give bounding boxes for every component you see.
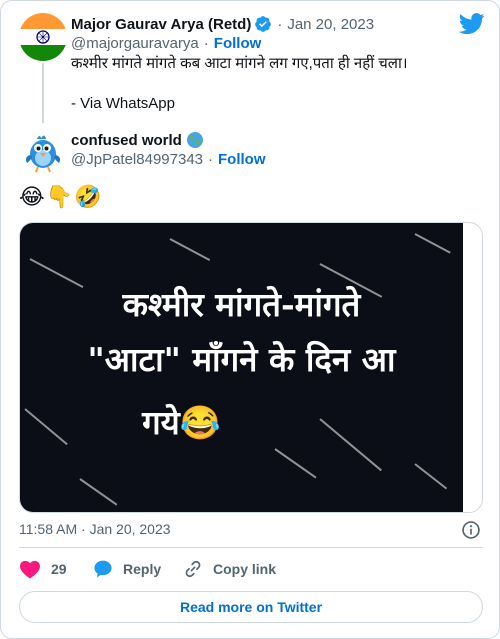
quoted-name-row: confused world bbox=[71, 131, 204, 149]
quoted-author-avatar[interactable] bbox=[19, 127, 67, 175]
light-streak bbox=[169, 238, 211, 262]
link-icon bbox=[185, 560, 201, 578]
india-flag-avatar-icon bbox=[19, 13, 67, 61]
image-text-line-2: "आटा" माँगने के दिन आ bbox=[87, 340, 396, 379]
like-button[interactable]: 29 bbox=[19, 559, 67, 579]
media-image: कश्मीर मांगते-मांगते "आटा" माँगने के दिन… bbox=[20, 223, 463, 512]
quoted-author-handle[interactable]: @JpPatel84997343 bbox=[71, 151, 203, 168]
tweet-footer-date: Jan 20, 2023 bbox=[89, 521, 171, 537]
author-handle[interactable]: @majorgauravarya bbox=[71, 35, 199, 52]
tweet-time: 11:58 AM bbox=[19, 521, 78, 537]
actions-divider bbox=[19, 547, 483, 548]
tweet-text: कश्मीर मांगते मांगते कब आटा मांगने लग गए… bbox=[71, 55, 408, 112]
info-icon[interactable] bbox=[461, 520, 481, 540]
quoted-author-name[interactable]: confused world bbox=[71, 132, 182, 149]
tweet-timestamp[interactable]: 11:58 AM · Jan 20, 2023 bbox=[19, 521, 171, 537]
light-streak bbox=[79, 478, 118, 506]
separator-dot: · bbox=[277, 15, 283, 33]
author-avatar[interactable] bbox=[19, 13, 67, 61]
twitter-bird-icon[interactable] bbox=[459, 13, 485, 35]
light-streak bbox=[414, 233, 451, 254]
reply-label: Reply bbox=[123, 561, 162, 577]
tweet-date[interactable]: Jan 20, 2023 bbox=[287, 16, 374, 33]
like-count: 29 bbox=[51, 561, 67, 577]
heart-icon bbox=[20, 560, 40, 579]
copy-link-label: Copy link bbox=[213, 561, 277, 577]
image-text-line-3: गये😂 bbox=[142, 403, 221, 442]
separator-dot: · bbox=[208, 151, 213, 168]
bird-avatar-icon bbox=[26, 135, 60, 173]
quoted-follow-button[interactable]: Follow bbox=[218, 151, 266, 168]
follow-button[interactable]: Follow bbox=[214, 35, 262, 52]
verified-badge-icon bbox=[255, 16, 272, 32]
separator-dot: · bbox=[203, 35, 209, 52]
light-streak bbox=[414, 463, 448, 490]
light-streak bbox=[274, 448, 317, 479]
reply-button[interactable]: Reply bbox=[93, 559, 161, 579]
tweet-media[interactable]: कश्मीर मांगते-मांगते "आटा" माँगने के दिन… bbox=[19, 222, 483, 513]
author-name[interactable]: Major Gaurav Arya (Retd) bbox=[71, 16, 251, 33]
image-text-line-1: कश्मीर मांगते-मांगते bbox=[122, 285, 361, 324]
author-name-row: Major Gaurav Arya (Retd) · Jan 20, 2023 bbox=[71, 15, 374, 33]
globe-emoji-icon bbox=[186, 132, 203, 148]
read-more-button[interactable]: Read more on Twitter bbox=[19, 591, 483, 623]
quoted-emoji-text: 😂👇🤣 bbox=[19, 185, 103, 210]
separator-dot: · bbox=[81, 521, 90, 537]
thread-connector bbox=[42, 63, 44, 123]
tweet-card: Major Gaurav Arya (Retd) · Jan 20, 2023 … bbox=[0, 0, 500, 639]
author-handle-row: @majorgauravarya · Follow bbox=[71, 35, 261, 52]
quoted-handle-row: @JpPatel84997343 · Follow bbox=[71, 151, 266, 168]
reply-bubble-icon bbox=[94, 560, 112, 578]
copy-link-button[interactable]: Copy link bbox=[183, 559, 276, 579]
